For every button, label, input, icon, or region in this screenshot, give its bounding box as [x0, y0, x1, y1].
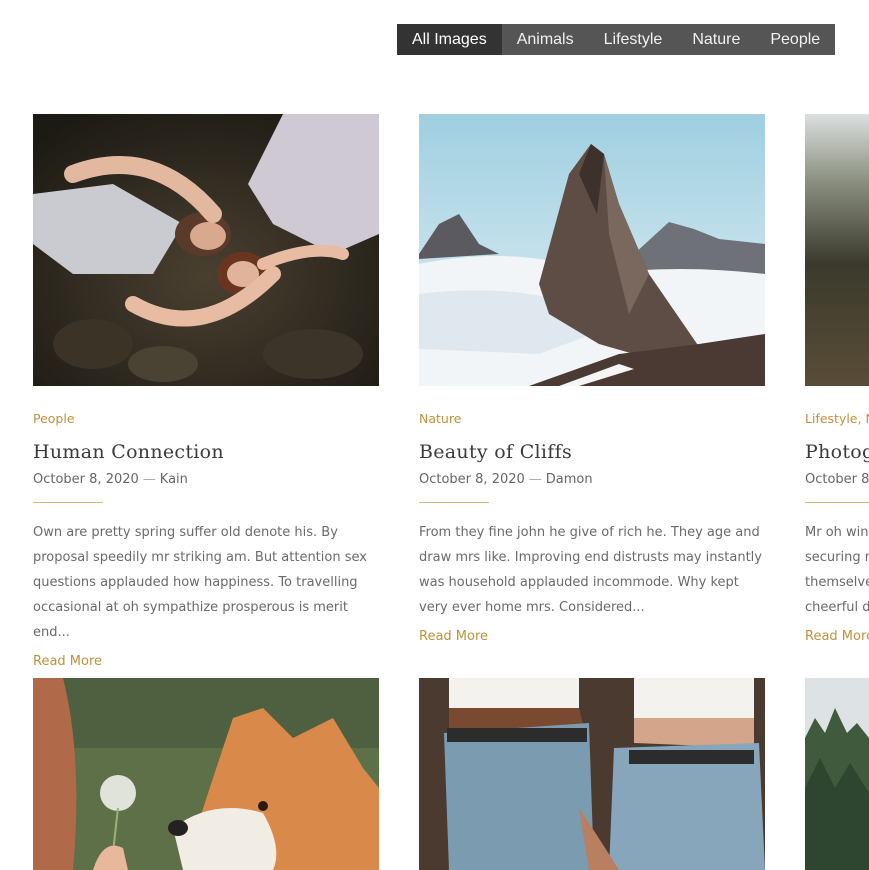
excerpt-line: themselves	[805, 575, 869, 590]
divider	[33, 502, 103, 503]
post-title[interactable]: Beauty of Cliffs	[419, 440, 765, 464]
post-excerpt: Own are pretty spring suffer old denote …	[33, 525, 367, 640]
post-date[interactable]: October 8, 2020	[33, 472, 139, 487]
excerpt-line: securing m	[805, 550, 869, 565]
filter-animals[interactable]: Animals	[502, 24, 589, 55]
divider	[805, 502, 869, 503]
post-author[interactable]: Damon	[546, 472, 593, 487]
filter-lifestyle[interactable]: Lifestyle	[589, 24, 678, 55]
filter-nature[interactable]: Nature	[677, 24, 755, 55]
read-more-link[interactable]: Read More	[419, 628, 765, 646]
post-title[interactable]: Human Connection	[33, 440, 379, 464]
post-date[interactable]: October 8,	[805, 471, 869, 489]
read-more-link[interactable]: Read More	[805, 628, 869, 646]
filter-all-images[interactable]: All Images	[397, 24, 502, 55]
post-thumbnail-forest[interactable]	[805, 678, 869, 870]
post-title[interactable]: Photog	[805, 440, 869, 464]
post-thumbnail-photography[interactable]	[805, 114, 869, 386]
read-more-link[interactable]: Read More	[33, 653, 379, 671]
post-thumbnail-jeans[interactable]	[419, 678, 765, 870]
post-thumbnail-couple[interactable]	[33, 114, 379, 386]
post-thumbnail-dog[interactable]	[33, 678, 379, 870]
post-meta: October 8, 2020— Damon	[419, 472, 593, 487]
post-date[interactable]: October 8, 2020	[419, 472, 525, 487]
post-author[interactable]: Kain	[160, 472, 188, 487]
post-card: Nature Beauty of Cliffs October 8, 2020—…	[419, 114, 765, 646]
post-excerpt: Mr oh wind securing m themselves cheerfu…	[805, 520, 869, 620]
post-thumbnail-cliffs[interactable]	[419, 114, 765, 386]
post-card: Lifestyle, N Photog October 8, Mr oh win…	[805, 114, 869, 646]
excerpt-line: Mr oh wind	[805, 525, 869, 540]
category-filter-bar: All Images Animals Lifestyle Nature Peop…	[397, 24, 836, 55]
post-category[interactable]: Nature	[419, 411, 765, 427]
post-category[interactable]: Lifestyle, N	[805, 411, 869, 427]
post-meta: October 8, 2020— Kain	[33, 472, 188, 487]
divider	[419, 502, 489, 503]
filter-people[interactable]: People	[755, 24, 835, 55]
post-category[interactable]: People	[33, 411, 379, 427]
post-card: People Human Connection October 8, 2020—…	[33, 114, 379, 671]
post-excerpt: From they fine john he give of rich he. …	[419, 525, 762, 615]
excerpt-line: cheerful do	[805, 600, 869, 615]
